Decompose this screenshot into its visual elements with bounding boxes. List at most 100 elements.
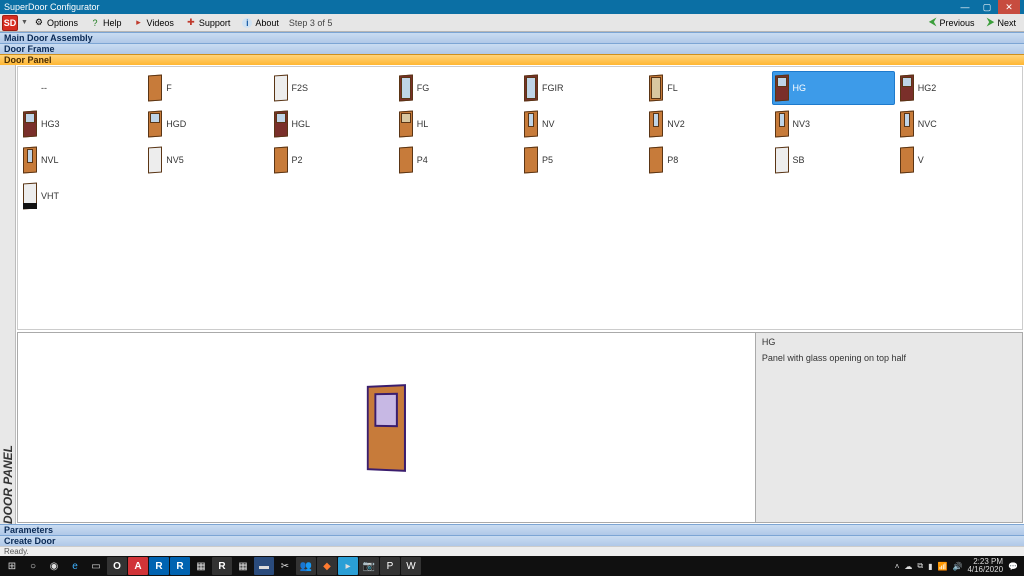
tray-wifi-icon[interactable]: 📶 — [938, 562, 948, 571]
app-menu-button[interactable]: SD — [2, 15, 18, 31]
start-button[interactable]: ⊞ — [2, 557, 22, 575]
help-icon: ? — [90, 18, 100, 28]
taskbar-outlook[interactable]: O — [107, 557, 127, 575]
panel-item-hgl[interactable]: HGL — [271, 107, 394, 141]
tray-battery-icon[interactable]: ▮ — [928, 562, 932, 571]
support-label: Support — [199, 18, 231, 28]
panel-item-sb[interactable]: SB — [772, 143, 895, 177]
section-door-panel[interactable]: Door Panel — [0, 54, 1024, 65]
arrow-right-icon: ⮞ — [987, 16, 995, 29]
previous-button[interactable]: ⮜ Previous — [923, 15, 981, 30]
panel-item-nvl[interactable]: NVL — [20, 143, 143, 177]
taskbar-autocad[interactable]: A — [128, 557, 148, 575]
video-icon: ▸ — [133, 18, 143, 28]
panel-item-p4[interactable]: P4 — [396, 143, 519, 177]
taskbar-teams[interactable]: 👥 — [296, 557, 316, 575]
gear-icon: ⚙ — [34, 18, 44, 28]
next-label: Next — [997, 18, 1016, 28]
panel-item-fgir[interactable]: FGIR — [521, 71, 644, 105]
taskbar-search[interactable]: ○ — [23, 557, 43, 575]
status-text: Ready. — [4, 547, 29, 556]
next-button[interactable]: ⮞ Next — [981, 15, 1022, 30]
panel-item-nv2[interactable]: NV2 — [646, 107, 769, 141]
main-panel: -- F F2S FG FGIR FL HG — [16, 65, 1024, 524]
toolbar: SD ▼ ⚙ Options ? Help ▸ Videos ✚ Support… — [0, 14, 1024, 32]
panel-item-vht[interactable]: VHT — [20, 179, 143, 213]
window-title: SuperDoor Configurator — [4, 2, 954, 12]
taskbar-app-5[interactable]: ▸ — [338, 557, 358, 575]
panel-item-hl[interactable]: HL — [396, 107, 519, 141]
window-controls: — ▢ ✕ — [954, 0, 1020, 14]
door-preview-icon — [366, 385, 406, 471]
section-main-assembly[interactable]: Main Door Assembly — [0, 32, 1024, 43]
panel-item-none[interactable]: -- — [20, 71, 143, 105]
panel-item-hgd[interactable]: HGD — [145, 107, 268, 141]
work-area: DOOR PANEL -- F F2S FG FGIR — [0, 65, 1024, 524]
taskbar-explorer[interactable]: ▭ — [86, 557, 106, 575]
step-indicator: Step 3 of 5 — [289, 18, 333, 28]
taskbar-app-1[interactable]: ▦ — [191, 557, 211, 575]
taskbar-app-3[interactable]: ▬ — [254, 557, 274, 575]
preview-row: HG Panel with glass opening on top half — [17, 332, 1023, 523]
taskbar-edge[interactable]: e — [65, 557, 85, 575]
about-label: About — [255, 18, 279, 28]
arrow-left-icon: ⮜ — [929, 16, 937, 29]
panel-item-hg[interactable]: HG — [772, 71, 895, 105]
maximize-button[interactable]: ▢ — [976, 0, 998, 14]
section-door-frame[interactable]: Door Frame — [0, 43, 1024, 54]
tray-chevron-up-icon[interactable]: ˄ — [895, 562, 900, 571]
taskbar-chrome[interactable]: ◉ — [44, 557, 64, 575]
tray-onedrive-icon[interactable]: ☁ — [904, 562, 912, 571]
support-icon: ✚ — [186, 18, 196, 28]
taskbar-powerpoint[interactable]: P — [380, 557, 400, 575]
panel-item-p8[interactable]: P8 — [646, 143, 769, 177]
app-icon: SD — [4, 18, 17, 28]
section-parameters[interactable]: Parameters — [0, 524, 1024, 535]
support-button[interactable]: ✚ Support — [180, 15, 237, 31]
taskbar-camera[interactable]: 📷 — [359, 557, 379, 575]
minimize-button[interactable]: — — [954, 0, 976, 14]
info-description: Panel with glass opening on top half — [762, 353, 1016, 363]
previous-label: Previous — [940, 18, 975, 28]
panel-item-nv3[interactable]: NV3 — [772, 107, 895, 141]
about-button[interactable]: i About — [236, 15, 285, 31]
panel-grid: -- F F2S FG FGIR FL HG — [17, 66, 1023, 330]
taskbar-revit-1[interactable]: R — [149, 557, 169, 575]
taskbar-app-2[interactable]: ▦ — [233, 557, 253, 575]
tray-dropbox-icon[interactable]: ⧉ — [917, 561, 923, 571]
chevron-down-icon[interactable]: ▼ — [21, 19, 28, 26]
panel-item-hg3[interactable]: HG3 — [20, 107, 143, 141]
panel-item-fg[interactable]: FG — [396, 71, 519, 105]
help-label: Help — [103, 18, 122, 28]
panel-item-nv5[interactable]: NV5 — [145, 143, 268, 177]
taskbar-revit-2[interactable]: R — [170, 557, 190, 575]
panel-item-fl[interactable]: FL — [646, 71, 769, 105]
taskbar-word[interactable]: W — [401, 557, 421, 575]
help-button[interactable]: ? Help — [84, 15, 128, 31]
info-code: HG — [762, 337, 1016, 347]
panel-item-f[interactable]: F — [145, 71, 268, 105]
panel-item-hg2[interactable]: HG2 — [897, 71, 1020, 105]
tray-volume-icon[interactable]: 🔊 — [952, 562, 962, 571]
system-tray[interactable]: ˄ ☁ ⧉ ▮ 📶 🔊 2:23 PM 4/16/2020 💬 — [895, 558, 1022, 574]
title-bar: SuperDoor Configurator — ▢ ✕ — [0, 0, 1024, 14]
taskbar-clock[interactable]: 2:23 PM 4/16/2020 — [967, 558, 1003, 574]
panel-item-p2[interactable]: P2 — [271, 143, 394, 177]
taskbar-app-4[interactable]: ◆ — [317, 557, 337, 575]
taskbar: ⊞ ○ ◉ e ▭ O A R R ▦ R ▦ ▬ ✂ 👥 ◆ ▸ 📷 P W … — [0, 556, 1024, 576]
section-create-door[interactable]: Create Door — [0, 535, 1024, 546]
info-pane: HG Panel with glass opening on top half — [756, 332, 1023, 523]
close-button[interactable]: ✕ — [998, 0, 1020, 14]
panel-item-nvc[interactable]: NVC — [897, 107, 1020, 141]
taskbar-snip[interactable]: ✂ — [275, 557, 295, 575]
options-button[interactable]: ⚙ Options — [28, 15, 84, 31]
panel-item-p5[interactable]: P5 — [521, 143, 644, 177]
panel-item-f2s[interactable]: F2S — [271, 71, 394, 105]
status-bar: Ready. — [0, 546, 1024, 556]
taskbar-revit-3[interactable]: R — [212, 557, 232, 575]
videos-button[interactable]: ▸ Videos — [127, 15, 179, 31]
preview-pane — [17, 332, 756, 523]
tray-notifications-icon[interactable]: 💬 — [1008, 562, 1018, 571]
panel-item-v[interactable]: V — [897, 143, 1020, 177]
panel-item-nv[interactable]: NV — [521, 107, 644, 141]
